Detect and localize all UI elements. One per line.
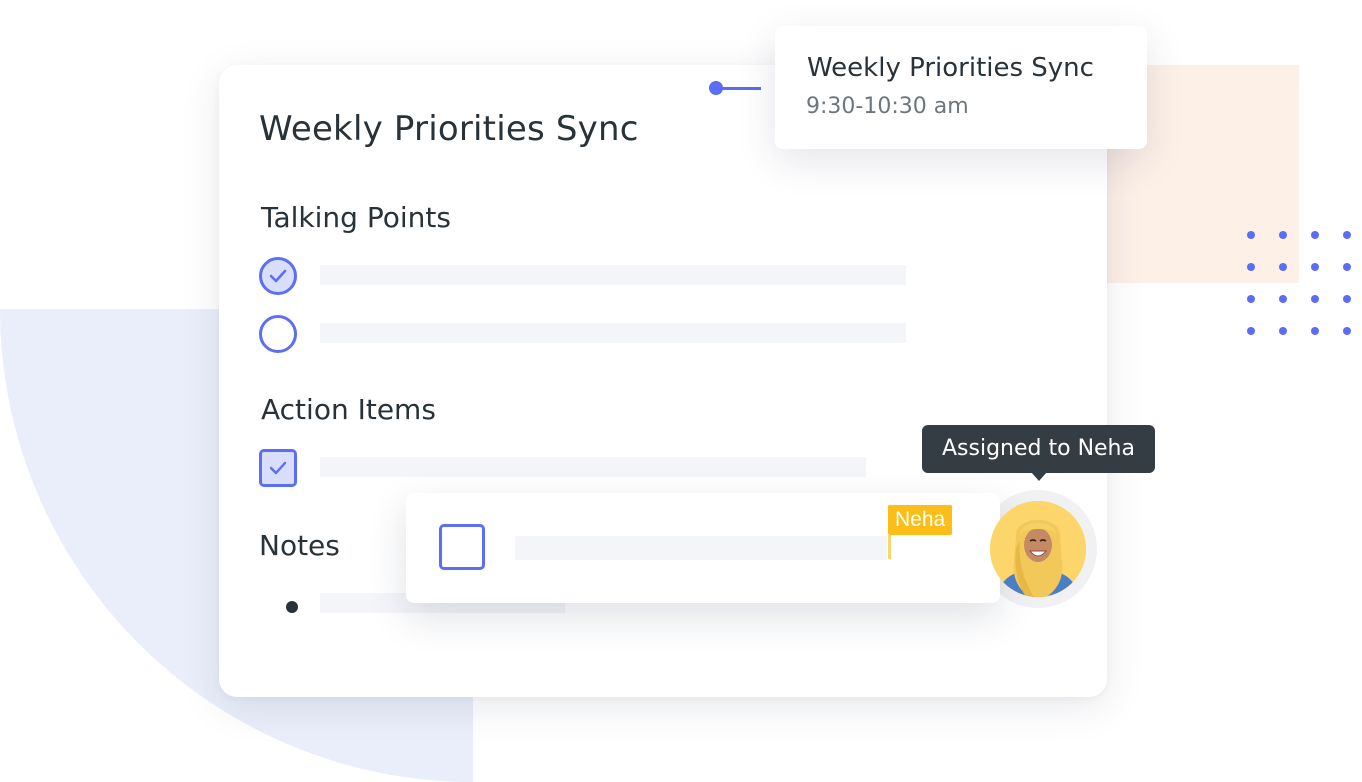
connector-dot: [709, 81, 723, 95]
decorative-dot: [1247, 295, 1255, 303]
decorative-dot: [1279, 327, 1287, 335]
decorative-dot: [1311, 327, 1319, 335]
talking-point-text-2: [320, 323, 906, 343]
decorative-dot: [1311, 231, 1319, 239]
avatar[interactable]: [990, 501, 1086, 597]
decorative-dot: [1343, 295, 1351, 303]
checkmark-icon: [269, 461, 287, 475]
talking-point-text-1: [320, 265, 906, 285]
assigned-tooltip: Assigned to Neha: [922, 425, 1155, 473]
decorative-dot: [1311, 295, 1319, 303]
section-title-notes: Notes: [259, 529, 340, 562]
talking-point-checkbox-2[interactable]: [259, 315, 297, 353]
decorative-dot: [1247, 263, 1255, 271]
bullet-icon: [286, 601, 298, 613]
decorative-dot: [1247, 231, 1255, 239]
decorative-dot: [1279, 295, 1287, 303]
calendar-event-card[interactable]: Weekly Priorities Sync 9:30-10:30 am: [775, 26, 1147, 149]
section-title-talking-points: Talking Points: [261, 201, 451, 234]
task-checkbox[interactable]: [439, 524, 485, 570]
decorative-dot: [1279, 263, 1287, 271]
event-title: Weekly Priorities Sync: [807, 53, 1094, 83]
action-item-checkbox-1[interactable]: [259, 449, 297, 487]
decorative-dot: [1343, 263, 1351, 271]
checkmark-icon: [269, 269, 287, 283]
decorative-dot: [1311, 263, 1319, 271]
dot-grid-decoration: [1246, 230, 1356, 340]
meeting-title: Weekly Priorities Sync: [259, 109, 639, 149]
talking-point-checkbox-1[interactable]: [259, 257, 297, 295]
decorative-dot: [1343, 231, 1351, 239]
section-title-action-items: Action Items: [261, 393, 436, 426]
decorative-dot: [1247, 327, 1255, 335]
decorative-dot: [1343, 327, 1351, 335]
text-cursor-caret: [888, 535, 891, 559]
decorative-dot: [1279, 231, 1287, 239]
tooltip-arrow: [1031, 472, 1047, 481]
task-text: [515, 536, 887, 560]
assignee-name-tag: Neha: [888, 505, 953, 535]
action-item-text-1: [320, 457, 866, 477]
person-avatar-icon: [990, 501, 1086, 597]
event-time: 9:30-10:30 am: [806, 94, 969, 119]
